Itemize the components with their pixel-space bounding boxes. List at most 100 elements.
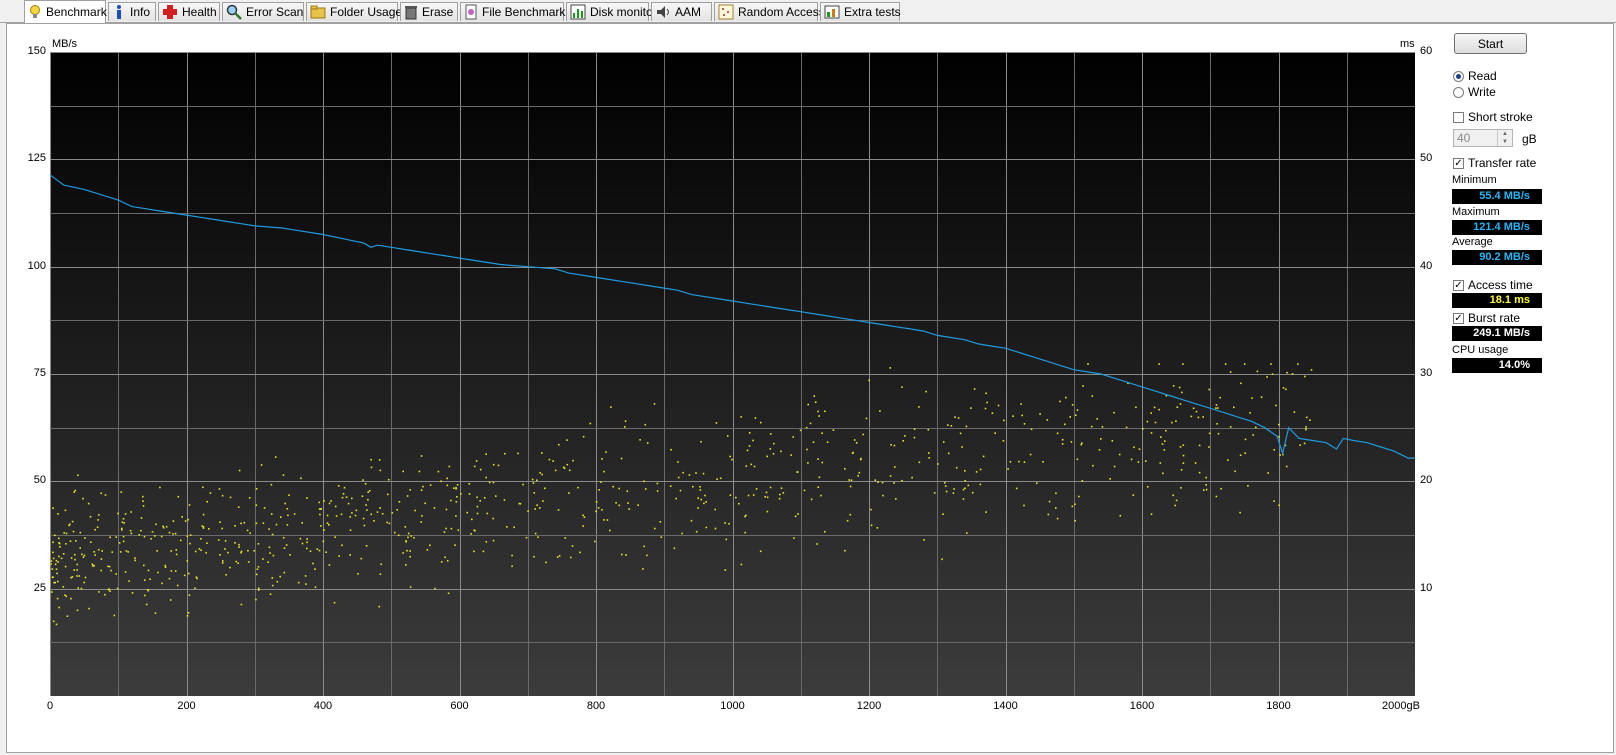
access-time-point	[600, 481, 602, 483]
access-time-point	[818, 476, 821, 479]
access-time-point	[456, 484, 459, 486]
access-time-point	[473, 465, 476, 468]
access-time-point	[202, 527, 205, 529]
access-time-point	[181, 516, 183, 518]
access-time-point	[1244, 438, 1247, 441]
access-time-point	[1039, 413, 1041, 415]
access-time-point	[59, 546, 61, 548]
access-time-point	[1267, 472, 1269, 474]
access-time-point	[379, 469, 382, 472]
access-time-point	[151, 531, 154, 533]
access-time-point	[444, 556, 446, 559]
access-time-point	[554, 469, 557, 472]
access-time-point	[1069, 416, 1071, 418]
access-time-point	[486, 512, 489, 515]
tab-error-scan[interactable]: Error Scan	[222, 2, 304, 21]
access-time-point	[482, 550, 485, 553]
access-time-point	[388, 522, 391, 525]
access-time-point	[238, 543, 240, 546]
spinner-arrows-icon[interactable]: ▲ ▼	[1497, 130, 1512, 146]
access-time-point	[62, 586, 65, 588]
access-time-point	[147, 589, 150, 592]
start-button[interactable]: Start	[1454, 33, 1527, 54]
access-time-point	[986, 401, 988, 404]
transfer-rate-checkbox[interactable]: ✓ Transfer rate	[1453, 156, 1536, 170]
write-radio[interactable]: Write	[1453, 85, 1496, 99]
access-time-point	[1056, 517, 1059, 520]
access-time-point	[1153, 406, 1156, 409]
access-time-point	[257, 566, 260, 568]
access-time-point	[1247, 485, 1249, 487]
access-time-point	[1182, 454, 1185, 457]
tab-extra-tests[interactable]: Extra tests	[820, 2, 901, 21]
access-time-point	[517, 452, 519, 455]
access-time-point	[363, 524, 366, 527]
tab-benchmark[interactable]: Benchmark	[24, 0, 107, 23]
access-time-point	[255, 573, 258, 576]
access-time-point	[117, 512, 119, 515]
access-time-point	[76, 563, 79, 566]
tab-info[interactable]: Info	[108, 2, 156, 21]
access-time-point	[255, 598, 257, 601]
access-time-point	[1092, 464, 1094, 467]
access-time-point	[766, 510, 769, 513]
access-time-point	[824, 530, 826, 533]
access-time-point	[570, 556, 572, 559]
access-time-point	[544, 487, 546, 490]
access-time-point	[1215, 495, 1218, 498]
access-time-point	[1172, 494, 1174, 497]
access-time-point	[1310, 369, 1313, 371]
access-time-point	[944, 481, 946, 484]
access-time-point	[229, 566, 231, 569]
access-time-point	[422, 485, 424, 488]
tab-aam[interactable]: AAM	[651, 2, 712, 21]
tab-erase[interactable]: Erase	[400, 2, 458, 21]
access-time-point	[397, 534, 400, 537]
access-time-checkbox[interactable]: ✓ Access time	[1453, 278, 1533, 292]
tab-health[interactable]: Health	[158, 2, 220, 21]
access-time-point	[159, 486, 161, 489]
access-time-point	[1023, 504, 1025, 507]
access-time-point	[571, 545, 574, 547]
access-time-point	[162, 525, 164, 528]
short-stroke-checkbox[interactable]: Short stroke	[1453, 110, 1533, 124]
access-time-point	[129, 529, 132, 532]
access-time-point	[122, 535, 125, 538]
access-time-point	[240, 551, 242, 554]
access-time-point	[1229, 426, 1232, 428]
access-time-point	[945, 490, 948, 493]
access-time-point	[110, 569, 112, 572]
access-time-point	[682, 471, 684, 474]
access-time-point	[54, 581, 56, 584]
access-time-point	[1161, 443, 1164, 445]
access-time-point	[745, 465, 748, 467]
access-time-point	[357, 573, 359, 575]
access-time-point	[1100, 438, 1102, 440]
access-time-point	[620, 457, 623, 460]
access-time-point	[778, 497, 781, 500]
access-time-point	[420, 521, 422, 523]
average-label: Average	[1452, 236, 1493, 248]
short-stroke-spinner[interactable]: 40 ▲ ▼	[1453, 129, 1513, 147]
access-time-point	[237, 562, 239, 564]
access-time-point	[84, 576, 87, 579]
tab-disk-monitor[interactable]: Disk monitor	[566, 2, 657, 21]
access-time-point	[1202, 416, 1204, 418]
y2-tick-label: 50	[1420, 152, 1433, 165]
access-time-point	[370, 513, 373, 516]
access-time-point	[188, 594, 191, 596]
access-time-point	[257, 543, 260, 545]
access-time-point	[1182, 462, 1185, 464]
access-time-point	[370, 458, 372, 461]
access-time-point	[735, 496, 737, 499]
access-time-point	[402, 552, 404, 554]
tab-random-access[interactable]: Random Access	[714, 2, 825, 21]
tab-folder-usage[interactable]: Folder Usage	[306, 2, 402, 21]
access-time-point	[407, 536, 409, 539]
tab-file-benchmark[interactable]: File Benchmark	[460, 2, 565, 21]
access-time-point	[134, 559, 136, 562]
burst-rate-checkbox[interactable]: ✓ Burst rate	[1453, 311, 1520, 325]
access-time-point	[1009, 461, 1012, 463]
read-radio[interactable]: Read	[1453, 69, 1497, 83]
access-time-point	[52, 620, 55, 623]
